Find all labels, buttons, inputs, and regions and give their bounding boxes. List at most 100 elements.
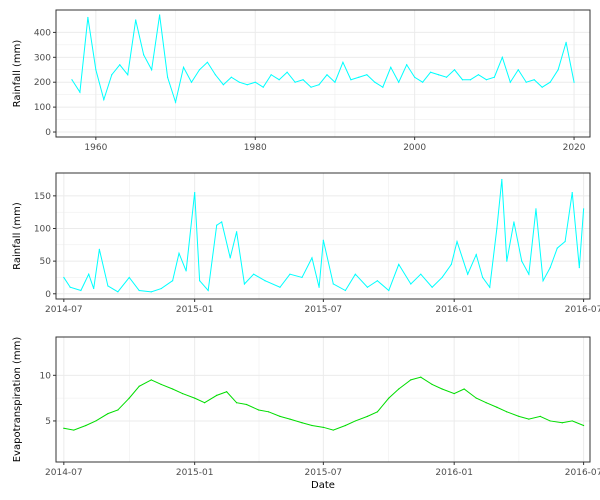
panel-3-data-point [528, 418, 530, 420]
panel-1-x-tick-label: 2000 [403, 143, 426, 153]
panel-1-data-point [310, 86, 312, 88]
panel-1-data-point [111, 74, 113, 76]
panel-2-data-point [506, 260, 508, 262]
panel-2-y-tick-label: 150 [34, 192, 51, 202]
panel-1-data-point [230, 76, 232, 78]
panel-2-data-point [88, 273, 90, 275]
panel-2-data-point [431, 286, 433, 288]
panel-3-x-tick-label: 2014-07 [45, 468, 83, 478]
panel-2-data-point [398, 263, 400, 265]
panel-1-x-tick-label: 1980 [244, 143, 267, 153]
panel-2-data-point [467, 273, 469, 275]
panel-1-data-point [398, 81, 400, 83]
panel-3-data-point [561, 422, 563, 424]
panel-2-data-point [535, 208, 537, 210]
panel-2-data-point [221, 221, 223, 223]
panel-3-y-axis-title: Evapotranspiration (mm) [12, 337, 23, 463]
panel-2-data-point [264, 280, 266, 282]
panel-1-data-point [334, 81, 336, 83]
panel-2-data-point [63, 276, 65, 279]
panel-3-data-point [518, 415, 520, 417]
panel-3-data-point [453, 392, 455, 395]
panel-1-data-point [485, 79, 487, 81]
panel-1-data-point [517, 69, 519, 71]
panel-2-data-point [150, 291, 152, 293]
panel-1-data-point [390, 66, 392, 68]
panel-3-x-tick-label: 2015-01 [176, 468, 214, 478]
panel-1-data-point [119, 64, 121, 66]
panel-1-data-point [190, 81, 193, 83]
panel-2-data-point [322, 239, 324, 241]
panel-2-data-point [98, 248, 100, 250]
panel-2-data-point [564, 240, 566, 243]
panel-2-data-point [311, 257, 313, 259]
panel-3-data-point [95, 420, 97, 422]
panel-3-data-point [496, 406, 498, 408]
panel-1-data-point [87, 16, 89, 19]
panel-1-data-point [326, 74, 328, 76]
panel-2-data-point [456, 240, 458, 243]
figure: 01002003004001960 1980 2000 2020Rainfall (m… [12, 9, 600, 491]
panel-3-data-point [475, 397, 477, 399]
panel-2-data-point [243, 283, 246, 285]
panel-3-data-point [420, 376, 422, 378]
panel-1-data-point [214, 74, 217, 76]
panel-2-data-point [216, 224, 218, 226]
panel-3-data-point [311, 424, 313, 427]
panel-2-data-point [354, 273, 356, 275]
panel-2-data-point [450, 263, 452, 265]
panel-1-data-point [286, 71, 288, 73]
panel-1-data-point [469, 79, 472, 81]
panel-3-y-tick-label: 5 [45, 417, 51, 427]
panel-3-data-point [571, 420, 573, 422]
panel-2-data-point [549, 267, 551, 269]
panel-3-data-point [150, 379, 152, 381]
panel-1-data-point [254, 81, 256, 83]
panel-3-data-point [410, 379, 412, 381]
panel-2-data-point [138, 289, 140, 292]
panel-2-data-point [318, 286, 320, 288]
panel-1-data-point [406, 64, 408, 66]
panel-2-data-point [583, 208, 585, 210]
panel-1-data-point [278, 79, 280, 81]
panel-2-data-point [521, 260, 523, 262]
panel-1-y-tick-label: 200 [34, 78, 51, 88]
panel-3-data-point [388, 397, 390, 399]
panel-3-data-point [463, 388, 465, 390]
panel-2-y-axis-title: Rainfall (mm) [12, 202, 23, 270]
panel-1-data-point [501, 56, 503, 58]
panel-3-x-axis-title: Date [311, 480, 335, 491]
panel-1-data-point [166, 76, 169, 78]
panel-1-data-point [461, 79, 464, 81]
panel-3-data-point [128, 397, 130, 399]
panel-1-y-tick-label: 300 [34, 53, 51, 63]
panel-1-data-point [493, 76, 495, 78]
panel-2-x-tick-label: 2014-07 [45, 305, 83, 315]
panel-3-data-point [138, 385, 140, 387]
panel-1-data-point [414, 76, 416, 78]
panel-2-y-tick-label: 100 [34, 224, 51, 234]
panel-2-x-tick-label: 2016-07 [565, 305, 600, 315]
panel-1-data-point [422, 81, 424, 83]
panel-1-data-point [445, 76, 448, 78]
panel-2-data-point [366, 286, 369, 288]
panel-3-data-point [549, 420, 551, 422]
panel-1-x-tick-label: 1960 [84, 143, 107, 153]
panel-3-data-point [245, 403, 248, 406]
panel-2-data-point [207, 289, 209, 292]
panel-1-data-point [79, 91, 81, 93]
panel-3-data-point [73, 429, 75, 431]
panel-3-data-point [236, 402, 238, 404]
panel-1-data-point [525, 81, 527, 83]
panel-2-data-point [301, 276, 303, 279]
panel-2-data-point [556, 247, 558, 249]
panel-3-data-point [258, 409, 260, 411]
panel-2-data-point [80, 289, 82, 292]
panel-2-data-point [388, 289, 390, 292]
panel-1-data-point [71, 79, 73, 81]
panel-3-data-point [301, 422, 303, 424]
panel-2-data-point [185, 270, 187, 272]
panel-2-data-point [172, 280, 174, 282]
panel-2-data-point [410, 283, 412, 285]
panel-2-data-point [571, 191, 573, 194]
